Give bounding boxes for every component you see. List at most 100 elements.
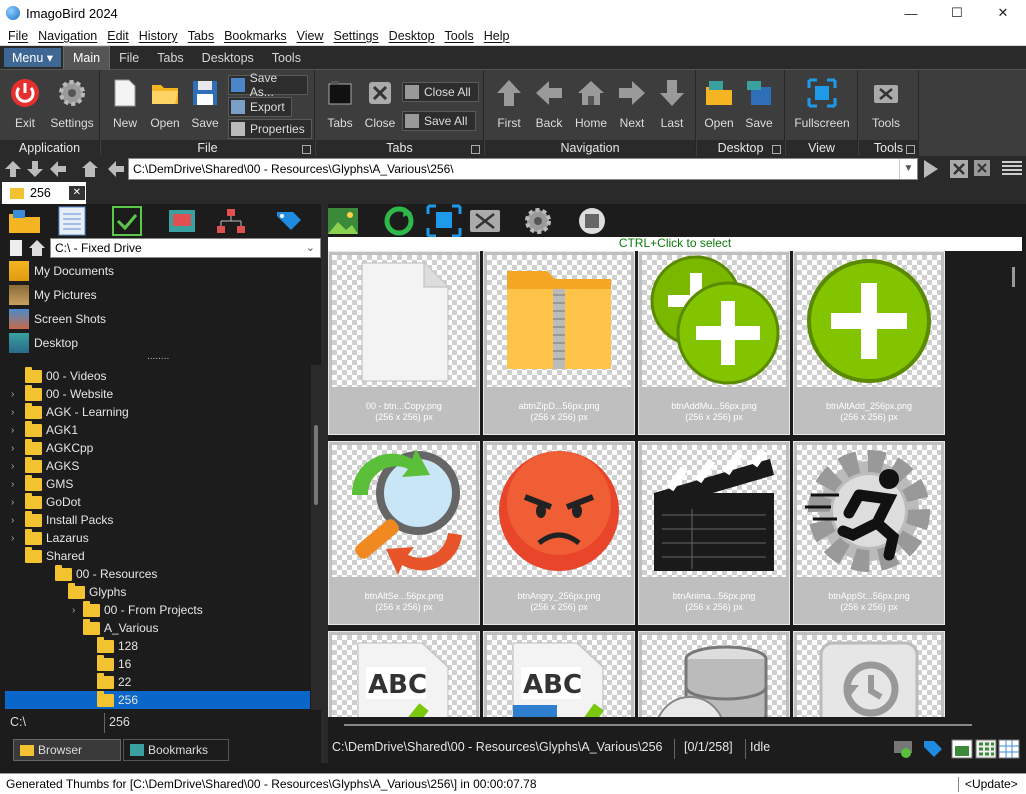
shortcut-my-documents[interactable]: My Documents bbox=[9, 260, 114, 282]
chevron-right-icon[interactable]: › bbox=[11, 533, 14, 544]
tree-scroll-thumb[interactable] bbox=[314, 425, 318, 505]
save-as-button[interactable]: Save As... bbox=[228, 71, 308, 99]
tree-node[interactable]: › AGK - Learning bbox=[11, 402, 315, 421]
tree-node[interactable]: › GoDot bbox=[11, 492, 315, 511]
tab-tools[interactable]: Tools bbox=[263, 46, 310, 69]
drive-select[interactable]: C:\ - Fixed Drive ⌄ bbox=[50, 238, 321, 258]
maximize-button[interactable]: ☐ bbox=[934, 0, 980, 26]
menu-tools[interactable]: Tools bbox=[440, 29, 479, 43]
thumbnail[interactable]: btnAngry_256px.png (256 x 256) px bbox=[483, 441, 635, 625]
tab-main[interactable]: Main bbox=[63, 46, 111, 69]
export-button[interactable]: Export bbox=[228, 97, 292, 117]
chevron-right-icon[interactable]: › bbox=[11, 497, 14, 508]
browser-toolbar-icons[interactable] bbox=[5, 204, 321, 237]
home-button[interactable]: Home bbox=[569, 75, 613, 133]
pane-splitter[interactable] bbox=[321, 204, 328, 763]
desktop-group-launcher-icon[interactable] bbox=[772, 145, 781, 154]
tree-node[interactable]: › AGKCpp bbox=[11, 438, 315, 457]
desktop-save-button[interactable]: Save bbox=[737, 75, 781, 133]
menu-help[interactable]: Help bbox=[479, 29, 515, 43]
chevron-right-icon[interactable]: › bbox=[11, 515, 14, 526]
new-button[interactable]: New bbox=[103, 75, 147, 133]
close-tab-button[interactable]: Close bbox=[358, 75, 402, 133]
update-link[interactable]: <Update> bbox=[965, 774, 1018, 794]
tree-node-selected[interactable]: 256 bbox=[5, 690, 310, 709]
menu-tabs[interactable]: Tabs bbox=[183, 29, 219, 43]
tree-node[interactable]: 22 bbox=[97, 672, 315, 691]
menu-settings[interactable]: Settings bbox=[329, 29, 384, 43]
close-window-button[interactable]: ✕ bbox=[980, 0, 1026, 26]
tabs-group-launcher-icon[interactable] bbox=[471, 145, 480, 154]
thumbnail[interactable]: btnAltAdd_256px.png (256 x 256) px bbox=[793, 251, 945, 435]
tree-node[interactable]: › 00 - From Projects bbox=[72, 600, 315, 619]
tree-node[interactable]: › 00 - Website bbox=[11, 384, 315, 403]
menu-desktop[interactable]: Desktop bbox=[384, 29, 440, 43]
first-button[interactable]: First bbox=[487, 75, 531, 133]
drive-nav-icon[interactable] bbox=[7, 238, 49, 258]
tree-node[interactable]: › Install Packs bbox=[11, 510, 315, 529]
thumbnail[interactable]: ABC bbox=[328, 631, 480, 717]
menu-bookmarks[interactable]: Bookmarks bbox=[219, 29, 292, 43]
menu-navigation[interactable]: Navigation bbox=[33, 29, 102, 43]
shortcut-my-pictures[interactable]: My Pictures bbox=[9, 284, 97, 306]
exit-button[interactable]: Exit bbox=[2, 75, 48, 133]
thumbnail[interactable]: ABC bbox=[483, 631, 635, 717]
chevron-right-icon[interactable]: › bbox=[11, 479, 14, 490]
thumbnail[interactable]: btnAddMu...56px.png (256 x 256) px bbox=[638, 251, 790, 435]
tree-node[interactable]: › AGK1 bbox=[11, 420, 315, 439]
tab-desktops[interactable]: Desktops bbox=[193, 46, 263, 69]
tree-node[interactable]: 16 bbox=[97, 654, 315, 673]
thumbnail[interactable]: 00 - btn...Copy.png (256 x 256) px bbox=[328, 251, 480, 435]
tree-scrollbar[interactable] bbox=[311, 365, 321, 710]
chevron-down-icon[interactable]: ▼ bbox=[899, 159, 917, 179]
desktop-open-button[interactable]: Open bbox=[697, 75, 741, 133]
tree-node[interactable]: Glyphs bbox=[68, 582, 315, 601]
tree-node[interactable]: › GMS bbox=[11, 474, 315, 493]
minimize-button[interactable]: — bbox=[888, 0, 934, 26]
tab-browser[interactable]: Browser bbox=[13, 739, 121, 761]
tab-tabs[interactable]: Tabs bbox=[148, 46, 192, 69]
open-button[interactable]: Open bbox=[143, 75, 187, 133]
tree-node[interactable]: 00 - Videos bbox=[25, 366, 315, 385]
file-group-launcher-icon[interactable] bbox=[302, 145, 311, 154]
grid-horizontal-scrollbar[interactable] bbox=[328, 717, 1005, 735]
settings-button[interactable]: Settings bbox=[48, 75, 96, 133]
thumbnail[interactable]: btnAppSt...56px.png (256 x 256) px bbox=[793, 441, 945, 625]
thumbnail[interactable]: btnAltSe...56px.png (256 x 256) px bbox=[328, 441, 480, 625]
chevron-right-icon[interactable]: › bbox=[11, 443, 14, 454]
thumbnail[interactable]: abtnZipD...56px.png (256 x 256) px bbox=[483, 251, 635, 435]
view-toolbar-icons[interactable] bbox=[328, 204, 1022, 238]
ribbon-menu-button[interactable]: Menu ▾ bbox=[4, 48, 62, 67]
menu-history[interactable]: History bbox=[134, 29, 183, 43]
shortcut-desktop[interactable]: Desktop bbox=[9, 332, 78, 354]
address-field[interactable]: C:\DemDrive\Shared\00 - Resources\Glyphs… bbox=[128, 158, 918, 180]
tools-button[interactable]: Tools bbox=[863, 75, 909, 133]
save-button[interactable]: Save bbox=[183, 75, 227, 133]
tabs-button[interactable]: Tabs bbox=[318, 75, 362, 133]
chevron-right-icon[interactable]: › bbox=[11, 407, 14, 418]
thumbnail[interactable] bbox=[638, 631, 790, 717]
close-all-button[interactable]: Close All bbox=[402, 82, 479, 102]
address-actions-icon[interactable] bbox=[922, 158, 1024, 180]
tools-group-launcher-icon[interactable] bbox=[906, 145, 915, 154]
menu-edit[interactable]: Edit bbox=[102, 29, 134, 43]
back-button[interactable]: Back bbox=[527, 75, 571, 133]
tree-node[interactable]: 00 - Resources bbox=[55, 564, 315, 583]
grid-scroll-thumb[interactable] bbox=[1012, 267, 1015, 287]
close-tab-icon[interactable]: ✕ bbox=[68, 186, 85, 200]
last-button[interactable]: Last bbox=[650, 75, 694, 133]
view-mode-icons[interactable] bbox=[894, 737, 1020, 761]
grid-hscroll-thumb[interactable] bbox=[344, 724, 972, 726]
fullscreen-button[interactable]: Fullscreen bbox=[792, 75, 852, 133]
next-button[interactable]: Next bbox=[610, 75, 654, 133]
chevron-right-icon[interactable]: › bbox=[11, 425, 14, 436]
tree-node[interactable]: › Lazarus bbox=[11, 528, 315, 547]
shortcuts-more[interactable]: ........ bbox=[147, 351, 169, 362]
tab-bookmarks[interactable]: Bookmarks bbox=[123, 739, 229, 761]
thumbnail[interactable] bbox=[793, 631, 945, 717]
grid-vertical-scrollbar[interactable] bbox=[1005, 251, 1022, 717]
tree-node[interactable]: 128 bbox=[97, 636, 315, 655]
tree-node[interactable]: › AGKS bbox=[11, 456, 315, 475]
document-tab[interactable]: 256 ✕ bbox=[2, 182, 86, 204]
shortcut-screen-shots[interactable]: Screen Shots bbox=[9, 308, 106, 330]
